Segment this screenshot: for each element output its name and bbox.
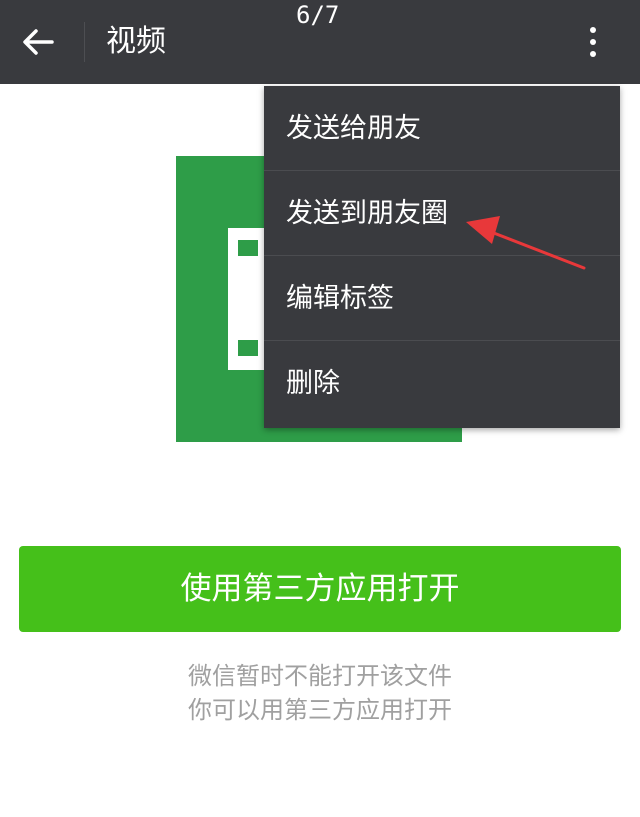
- menu-item-send-to-friend[interactable]: 发送给朋友: [264, 86, 620, 171]
- more-vertical-icon-dot: [590, 39, 596, 45]
- back-button[interactable]: [16, 22, 60, 62]
- page-counter: 6/7: [296, 1, 340, 29]
- more-vertical-icon: [590, 27, 596, 33]
- overflow-menu: 发送给朋友 发送到朋友圈 编辑标签 删除: [264, 86, 620, 428]
- hint-line-1: 微信暂时不能打开该文件: [188, 662, 452, 690]
- hint-line-2: 你可以用第三方应用打开: [188, 696, 452, 724]
- page-title: 视频: [106, 24, 166, 59]
- menu-item-delete[interactable]: 删除: [264, 341, 620, 426]
- header-divider: [84, 22, 85, 62]
- more-options-button[interactable]: [576, 20, 610, 64]
- top-bar: 视频 6/7: [0, 0, 640, 84]
- back-arrow-icon: [23, 29, 54, 55]
- more-vertical-icon-dot: [590, 51, 596, 57]
- film-hole: [238, 340, 258, 356]
- open-with-third-party-button[interactable]: 使用第三方应用打开: [19, 546, 621, 632]
- menu-item-share-to-moments[interactable]: 发送到朋友圈: [264, 171, 620, 256]
- menu-item-edit-tags[interactable]: 编辑标签: [264, 256, 620, 341]
- film-hole: [238, 240, 258, 256]
